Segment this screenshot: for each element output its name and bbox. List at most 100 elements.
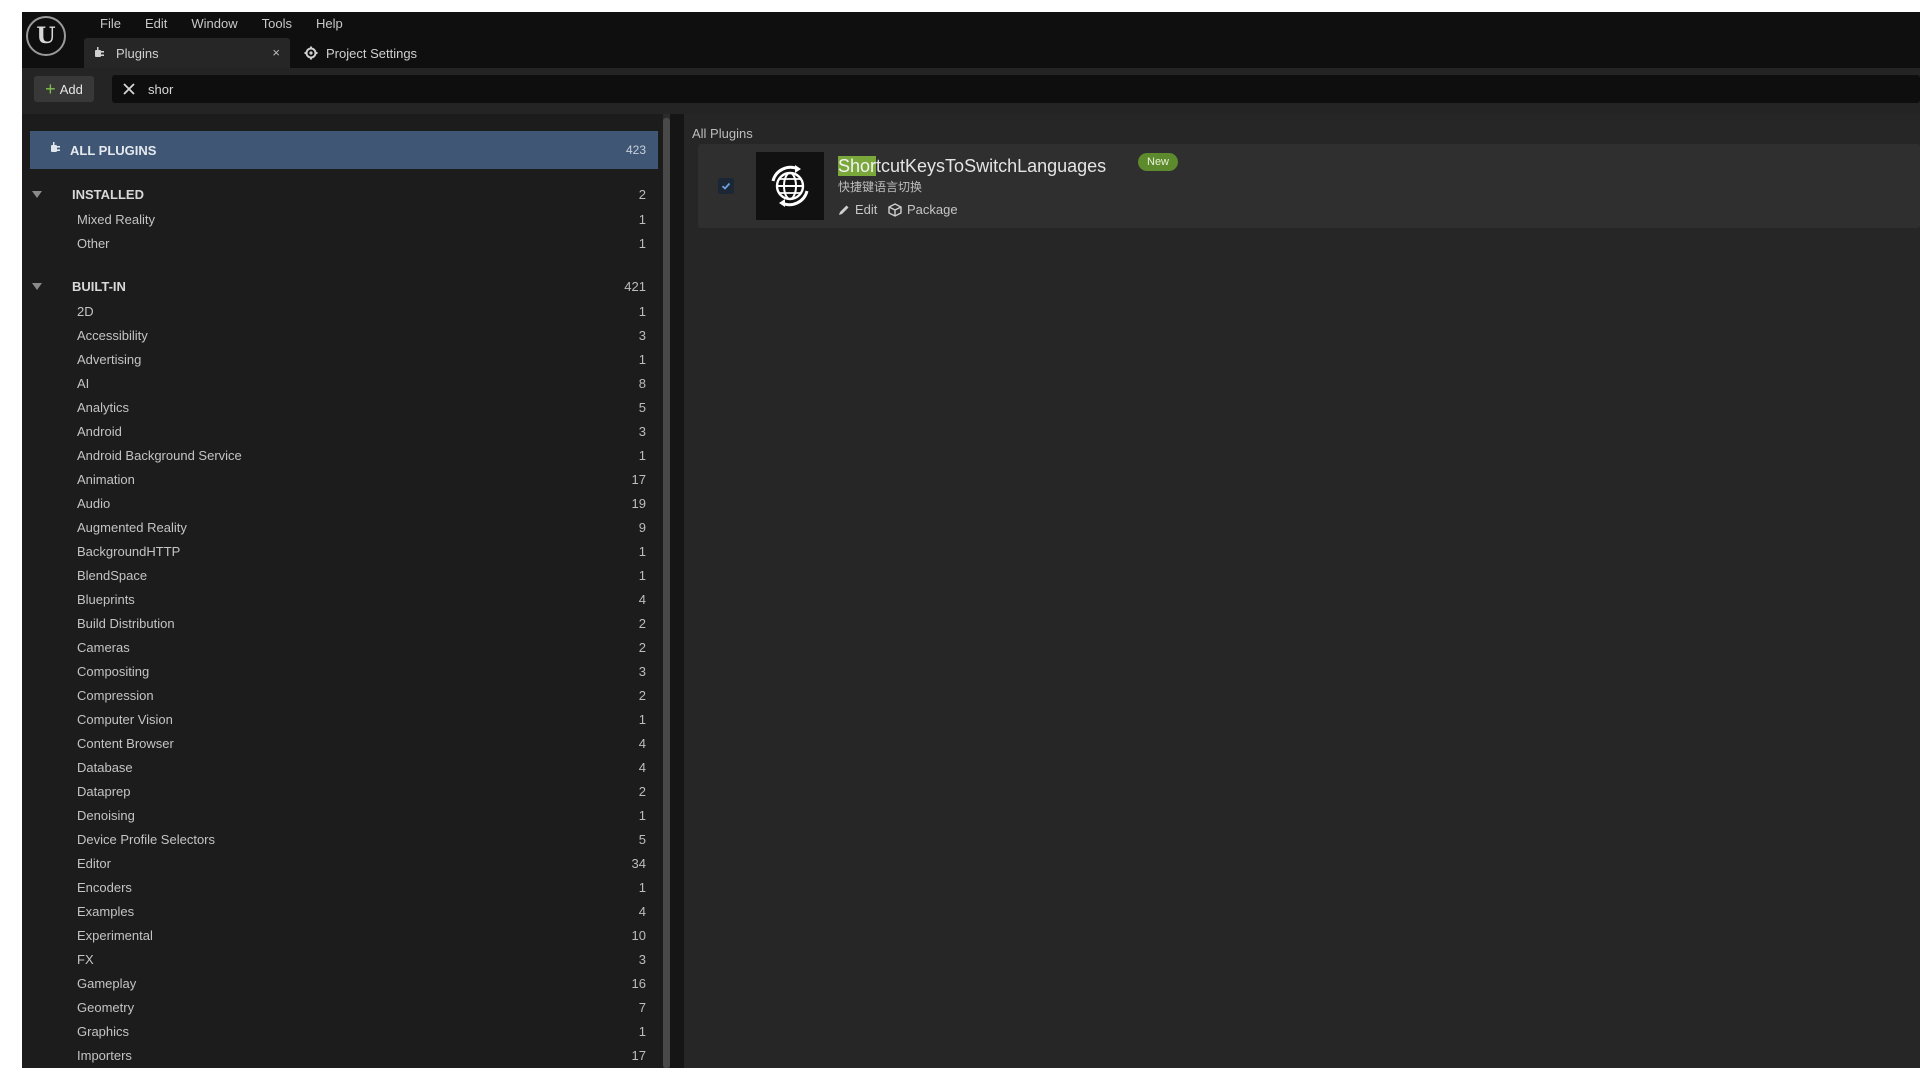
category-item[interactable]: Advertising 1: [30, 347, 658, 371]
collapse-triangle-icon[interactable]: [32, 190, 42, 198]
category-label: Dataprep: [77, 783, 131, 799]
plugin-name: ShortcutKeysToSwitchLanguages: [838, 156, 1106, 177]
category-item[interactable]: Audio 19: [30, 491, 658, 515]
category-item[interactable]: Blueprints 4: [30, 587, 658, 611]
plugin-enabled-checkbox[interactable]: [718, 178, 734, 194]
tab-plugins-label: Plugins: [116, 45, 159, 61]
new-badge: New: [1138, 153, 1179, 171]
plugin-thumbnail: [756, 152, 824, 220]
category-count: 4: [638, 735, 646, 751]
category-count: 1: [638, 543, 646, 559]
section-installed-count: 2: [638, 186, 646, 202]
category-label: Editor: [77, 855, 111, 871]
category-item[interactable]: Animation 17: [30, 467, 658, 491]
edit-button[interactable]: Edit: [838, 202, 877, 217]
package-button[interactable]: Package: [888, 202, 958, 217]
category-item[interactable]: Geometry 7: [30, 995, 658, 1019]
category-item[interactable]: Android Background Service 1: [30, 443, 658, 467]
category-item[interactable]: Dataprep 2: [30, 779, 658, 803]
section-built-in[interactable]: BUILT-IN 421: [30, 274, 658, 298]
title-bar: U File Edit Window Tools Help Plugins × …: [22, 12, 1920, 68]
category-item[interactable]: Examples 4: [30, 899, 658, 923]
category-item[interactable]: Build Distribution 2: [30, 611, 658, 635]
category-label: Audio: [77, 495, 111, 511]
category-item[interactable]: Android 3: [30, 419, 658, 443]
category-item[interactable]: Database 4: [30, 755, 658, 779]
category-label: Content Browser: [77, 735, 174, 751]
category-item[interactable]: Content Browser 4: [30, 731, 658, 755]
category-label: Examples: [77, 903, 135, 919]
clear-search-icon[interactable]: [116, 83, 142, 95]
category-count: 3: [638, 951, 646, 967]
category-label: Importers: [77, 1047, 132, 1063]
add-button[interactable]: + Add: [34, 76, 94, 102]
search-input[interactable]: [146, 80, 550, 98]
menu-help[interactable]: Help: [304, 14, 355, 34]
plugin-card[interactable]: ShortcutKeysToSwitchLanguages New 快捷键语言切…: [698, 144, 1920, 228]
category-count: 17: [631, 1047, 646, 1063]
category-item[interactable]: Graphics 1: [30, 1019, 658, 1043]
category-label: Build Distribution: [77, 615, 175, 631]
pencil-icon: [839, 205, 849, 215]
category-item[interactable]: Editor 34: [30, 851, 658, 875]
category-item[interactable]: Cameras 2: [30, 635, 658, 659]
tab-project-settings[interactable]: Project Settings: [294, 38, 427, 68]
category-item[interactable]: Augmented Reality 9: [30, 515, 658, 539]
category-count: 2: [638, 615, 646, 631]
menu-file[interactable]: File: [88, 14, 133, 34]
category-item[interactable]: Accessibility 3: [30, 323, 658, 347]
category-count: 8: [638, 375, 646, 391]
category-item[interactable]: Other 1: [30, 231, 658, 255]
unreal-logo[interactable]: U: [26, 16, 66, 56]
category-item[interactable]: BackgroundHTTP 1: [30, 539, 658, 563]
category-item[interactable]: 2D 1: [30, 299, 658, 323]
category-item[interactable]: Compositing 3: [30, 659, 658, 683]
menu-edit[interactable]: Edit: [133, 14, 179, 34]
category-item[interactable]: Encoders 1: [30, 875, 658, 899]
category-count: 1: [638, 211, 646, 227]
category-label: Android: [77, 423, 122, 439]
category-count: 2: [638, 783, 646, 799]
category-count: 1: [638, 1023, 646, 1039]
section-installed[interactable]: INSTALLED 2: [30, 182, 658, 206]
category-label: Denoising: [77, 807, 135, 823]
category-scrollbar[interactable]: [663, 114, 670, 1068]
installed-category-list: Mixed Reality 1 Other 1: [30, 207, 658, 255]
category-count: 3: [638, 663, 646, 679]
category-label: Compositing: [77, 663, 150, 679]
category-count: 1: [638, 567, 646, 583]
category-count: 34: [631, 855, 646, 871]
category-all-plugins[interactable]: ALL PLUGINS 423: [30, 131, 658, 169]
category-count: 1: [638, 807, 646, 823]
category-item[interactable]: Gameplay 16: [30, 971, 658, 995]
menu-tools[interactable]: Tools: [250, 14, 304, 34]
category-item[interactable]: Denoising 1: [30, 803, 658, 827]
category-count: 19: [631, 495, 646, 511]
category-item[interactable]: AI 8: [30, 371, 658, 395]
category-item[interactable]: Device Profile Selectors 5: [30, 827, 658, 851]
tab-plugins[interactable]: Plugins ×: [84, 38, 290, 68]
plug-icon: [50, 141, 64, 160]
plus-icon: +: [45, 79, 56, 99]
close-icon[interactable]: ×: [272, 45, 280, 60]
category-label: Mixed Reality: [77, 211, 156, 227]
category-count: 16: [631, 975, 646, 991]
category-label: FX: [77, 951, 94, 967]
category-label: Device Profile Selectors: [77, 831, 215, 847]
category-label: Database: [77, 759, 133, 775]
plugin-list-panel: All Plugins ShortcutKeysToSwitchLanguage…: [684, 114, 1920, 1068]
menu-window[interactable]: Window: [179, 14, 249, 34]
category-item[interactable]: Importers 17: [30, 1043, 658, 1067]
category-item[interactable]: BlendSpace 1: [30, 563, 658, 587]
category-item[interactable]: Mixed Reality 1: [30, 207, 658, 231]
breadcrumb: All Plugins: [692, 126, 753, 141]
category-item[interactable]: Analytics 5: [30, 395, 658, 419]
collapse-triangle-icon[interactable]: [32, 282, 42, 290]
category-item[interactable]: Compression 2: [30, 683, 658, 707]
category-item[interactable]: Experimental 10: [30, 923, 658, 947]
category-item[interactable]: FX 3: [30, 947, 658, 971]
scrollbar-thumb[interactable]: [663, 118, 670, 1068]
category-count: 3: [638, 327, 646, 343]
search-bar: [112, 75, 1920, 103]
category-item[interactable]: Computer Vision 1: [30, 707, 658, 731]
